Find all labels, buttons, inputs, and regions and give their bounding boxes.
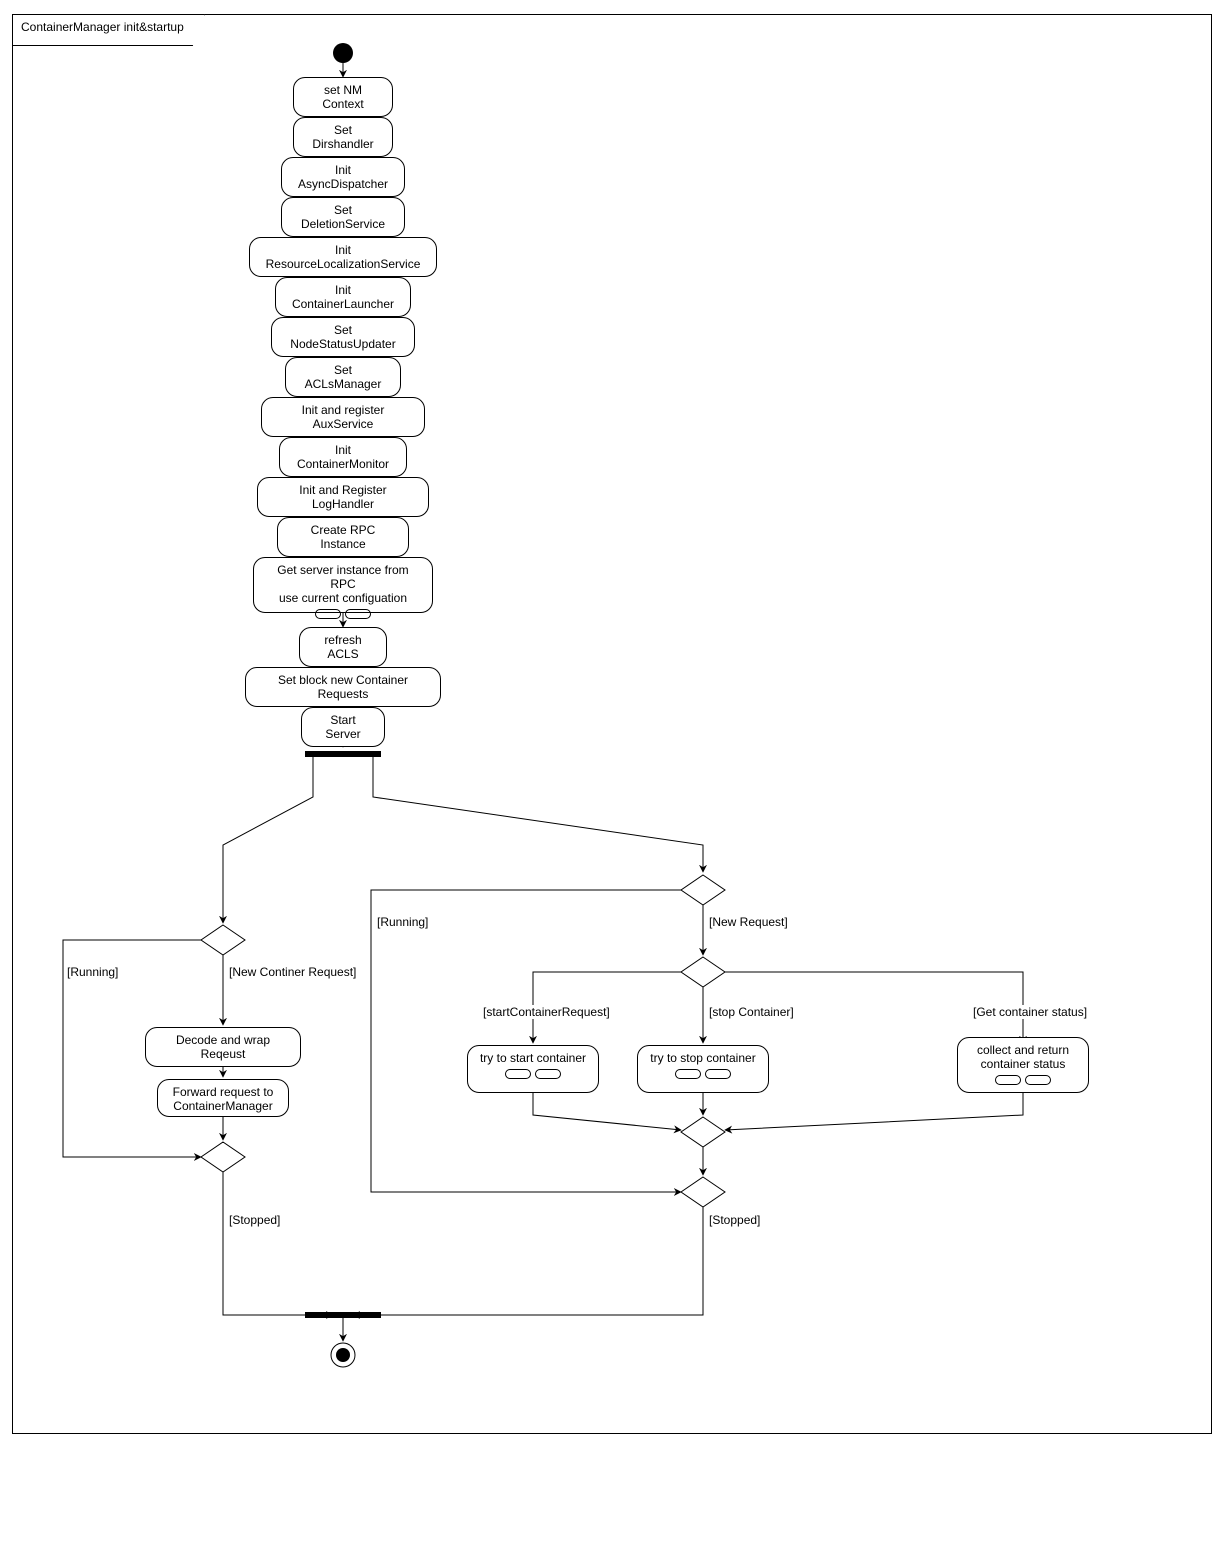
activity-init-asyncdispatcher: Init AsyncDispatcher bbox=[281, 157, 405, 197]
guard-right-new-request: [New Request] bbox=[709, 915, 788, 929]
activity-init-register-auxservice: Init and register AuxService bbox=[261, 397, 425, 437]
guard-left-stopped: [Stopped] bbox=[229, 1213, 280, 1227]
decision-right-bottom bbox=[681, 1177, 725, 1207]
decision-right-mid bbox=[681, 957, 725, 987]
guard-get-status: [Get container status] bbox=[973, 1005, 1087, 1019]
activity-set-dirshandler: Set Dirshandler bbox=[293, 117, 393, 157]
subactivity-icon bbox=[478, 1069, 588, 1079]
activity-text-line: Get server instance from RPC bbox=[264, 563, 422, 591]
diagram-frame: ContainerManager init&startup bbox=[12, 14, 1212, 1434]
activity-create-rpc-instance: Create RPC Instance bbox=[277, 517, 409, 557]
activity-set-aclsmanager: Set ACLsManager bbox=[285, 357, 401, 397]
guard-right-running: [Running] bbox=[377, 915, 428, 929]
decision-left-top bbox=[201, 925, 245, 955]
activity-init-containerlauncher: Init ContainerLauncher bbox=[275, 277, 411, 317]
initial-node bbox=[333, 43, 353, 63]
decision-right-top bbox=[681, 875, 725, 905]
guard-left-new-request: [New Continer Request] bbox=[229, 965, 356, 979]
activity-text-line: use current configuation bbox=[264, 591, 422, 605]
activity-set-nodestatusupdater: Set NodeStatusUpdater bbox=[271, 317, 415, 357]
activity-try-start-container: try to start container bbox=[467, 1045, 599, 1093]
activity-refresh-acls: refresh ACLS bbox=[299, 627, 387, 667]
subactivity-icon bbox=[648, 1069, 758, 1079]
activity-init-register-loghandler: Init and Register LogHandler bbox=[257, 477, 429, 517]
guard-stop-container: [stop Container] bbox=[709, 1005, 794, 1019]
activity-init-resourcelocalization: Init ResourceLocalizationService bbox=[249, 237, 437, 277]
activity-init-containermonitor: Init ContainerMonitor bbox=[279, 437, 407, 477]
activity-set-nm-context: set NM Context bbox=[293, 77, 393, 117]
activity-get-server-instance: Get server instance from RPC use current… bbox=[253, 557, 433, 613]
merge-right bbox=[681, 1117, 725, 1147]
activity-decode-wrap: Decode and wrap Reqeust bbox=[145, 1027, 301, 1067]
guard-right-stopped: [Stopped] bbox=[709, 1213, 760, 1227]
activity-text-line: ContainerManager bbox=[168, 1099, 278, 1113]
decision-left-bottom bbox=[201, 1142, 245, 1172]
fork-bar bbox=[305, 751, 381, 757]
activity-text-line: try to stop container bbox=[648, 1051, 758, 1065]
activity-collect-return-status: collect and return container status bbox=[957, 1037, 1089, 1093]
activity-forward-request: Forward request to ContainerManager bbox=[157, 1079, 289, 1117]
guard-left-running: [Running] bbox=[67, 965, 118, 979]
join-bar bbox=[305, 1312, 381, 1318]
activity-text-line: Forward request to bbox=[168, 1085, 278, 1099]
diagram-canvas bbox=[13, 15, 1213, 1435]
subactivity-icon bbox=[968, 1075, 1078, 1085]
final-node-inner bbox=[336, 1348, 350, 1362]
subactivity-icon bbox=[264, 609, 422, 619]
activity-text-line: collect and return bbox=[968, 1043, 1078, 1057]
activity-start-server: Start Server bbox=[301, 707, 385, 747]
activity-text-line: container status bbox=[968, 1057, 1078, 1071]
activity-text-line: try to start container bbox=[478, 1051, 588, 1065]
activity-set-deletionservice: Set DeletionService bbox=[281, 197, 405, 237]
activity-set-block-new-requests: Set block new Container Requests bbox=[245, 667, 441, 707]
activity-try-stop-container: try to stop container bbox=[637, 1045, 769, 1093]
guard-start-container: [startContainerRequest] bbox=[483, 1005, 610, 1019]
